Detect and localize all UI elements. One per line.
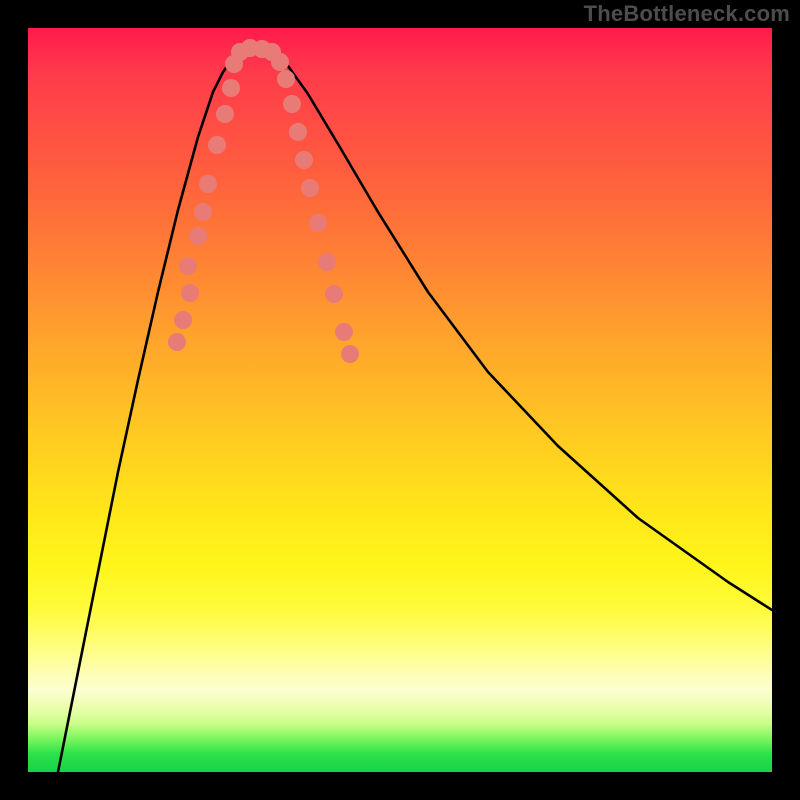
data-point: [341, 345, 359, 363]
chart-frame: TheBottleneck.com: [0, 0, 800, 800]
data-point: [295, 151, 313, 169]
data-point: [271, 53, 289, 71]
data-point: [335, 323, 353, 341]
data-point: [189, 227, 207, 245]
chart-svg: [28, 28, 772, 772]
data-point: [179, 257, 197, 275]
data-point: [289, 123, 307, 141]
data-point: [301, 179, 319, 197]
data-point: [325, 285, 343, 303]
data-point: [174, 311, 192, 329]
plot-area: [28, 28, 772, 772]
curve-left-branch: [58, 51, 240, 772]
data-point: [194, 203, 212, 221]
data-point: [208, 136, 226, 154]
data-point: [216, 105, 234, 123]
data-point: [181, 284, 199, 302]
data-point: [309, 214, 327, 232]
data-point: [168, 333, 186, 351]
data-point: [277, 70, 295, 88]
data-point: [318, 253, 336, 271]
attribution-watermark: TheBottleneck.com: [584, 2, 790, 26]
data-point: [283, 95, 301, 113]
data-point: [199, 175, 217, 193]
data-point: [222, 79, 240, 97]
